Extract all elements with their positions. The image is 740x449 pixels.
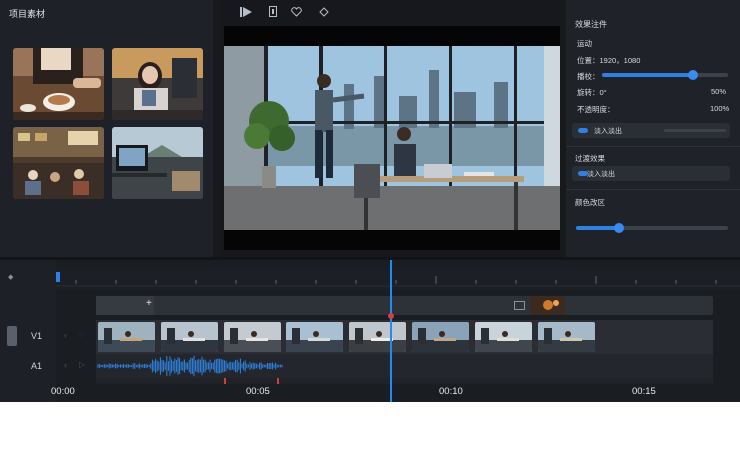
media-thumb-cafe[interactable] xyxy=(13,127,104,199)
v1-label: V1 xyxy=(31,331,43,341)
position-label: 位置： xyxy=(577,56,600,65)
effects-panel: 效果注件 运动 位置：1920，1080 播校： 旋转：0° 50% 不透明度：… xyxy=(566,0,740,258)
transition-item[interactable]: 淡入淡出 xyxy=(572,166,730,181)
video-clip[interactable] xyxy=(223,322,281,352)
media-thumb-phone-user[interactable] xyxy=(112,48,203,120)
plus-icon[interactable]: + xyxy=(146,298,152,309)
video-clip[interactable] xyxy=(474,322,532,352)
video-editor-app: 项目素材 效果注件 运动 位置：1920，1080 播校： 旋转：0° 50% … xyxy=(0,0,740,402)
timeline-panel: ◆ + V1 ‹ ◌ A1 ‹ ▷ 00:00 00:05 00:10 00:1… xyxy=(0,260,740,402)
rotation-label[interactable]: 旋转：0° xyxy=(577,87,607,98)
video-clip[interactable] xyxy=(98,322,155,352)
video-clip[interactable] xyxy=(286,322,344,352)
color-section-title: 颜色改区 xyxy=(575,198,605,207)
motion-section-title: 运动 xyxy=(577,39,592,48)
video-clip[interactable] xyxy=(537,322,595,352)
diamond-marker-icon[interactable] xyxy=(319,7,329,17)
fade-toggle-label: 淡入淡出 xyxy=(594,128,622,135)
transition-item-label: 淡入淡出 xyxy=(587,171,615,178)
preview-frame[interactable] xyxy=(224,26,560,250)
v1-eye-icon[interactable]: ◌ xyxy=(79,330,84,339)
preview-viewer xyxy=(222,0,562,258)
fade-toggle-switch[interactable] xyxy=(578,128,588,133)
timeline-scroll-strip[interactable] xyxy=(96,378,713,384)
rotation-percent: 50% xyxy=(711,87,727,96)
effect-track[interactable]: + xyxy=(96,296,713,315)
timeline-settings-icon[interactable]: ◆ xyxy=(8,273,13,281)
media-panel-title: 项目素材 xyxy=(9,9,46,19)
media-thumb-desk[interactable] xyxy=(112,127,203,199)
in-marker xyxy=(56,272,60,282)
audio-waveform xyxy=(97,355,283,377)
clip-link-icon[interactable] xyxy=(514,301,525,310)
position-row: 位置：1920，1080 xyxy=(577,55,640,66)
position-value[interactable]: 1920，1080 xyxy=(600,56,641,65)
timeline-ruler[interactable] xyxy=(56,268,740,290)
color-slider-handle[interactable] xyxy=(613,223,624,233)
preview-image xyxy=(224,26,560,250)
a1-label: A1 xyxy=(31,361,43,371)
playhead-marker xyxy=(388,313,394,319)
opacity-value[interactable]: 100% xyxy=(710,104,729,113)
timecode-5: 00:05 xyxy=(246,386,270,397)
v1-prev-icon[interactable]: ‹ xyxy=(64,330,67,340)
timecode-15: 00:15 xyxy=(632,386,656,397)
heart-icon[interactable] xyxy=(291,7,302,17)
scale-slider-handle[interactable] xyxy=(687,70,698,80)
media-panel: 项目素材 xyxy=(0,0,213,258)
media-thumb-latte[interactable] xyxy=(13,48,104,120)
scale-label: 播校： xyxy=(577,72,600,81)
video-clip[interactable] xyxy=(349,322,407,352)
play-icon[interactable] xyxy=(240,7,252,17)
timecode-0: 00:00 xyxy=(51,386,75,397)
video-clip[interactable] xyxy=(160,322,218,352)
playhead[interactable] xyxy=(390,260,392,402)
opacity-label: 不透明度： xyxy=(577,105,615,114)
video-clip[interactable] xyxy=(412,322,469,352)
effect-clip-thumb[interactable] xyxy=(530,296,565,315)
fade-toggle-row[interactable]: 淡入淡出 xyxy=(572,123,730,138)
a1-prev-icon[interactable]: ‹ xyxy=(64,360,67,370)
v1-lock-toggle[interactable] xyxy=(7,326,17,346)
trim-bracket-icon[interactable] xyxy=(269,6,277,17)
fade-duration-bar[interactable] xyxy=(664,129,726,132)
effects-panel-title: 效果注件 xyxy=(575,20,607,29)
timecode-10: 00:10 xyxy=(439,386,463,397)
a1-track[interactable] xyxy=(96,354,713,378)
a1-play-icon[interactable]: ▷ xyxy=(79,360,85,369)
transition-section-title: 过渡效果 xyxy=(575,154,605,163)
